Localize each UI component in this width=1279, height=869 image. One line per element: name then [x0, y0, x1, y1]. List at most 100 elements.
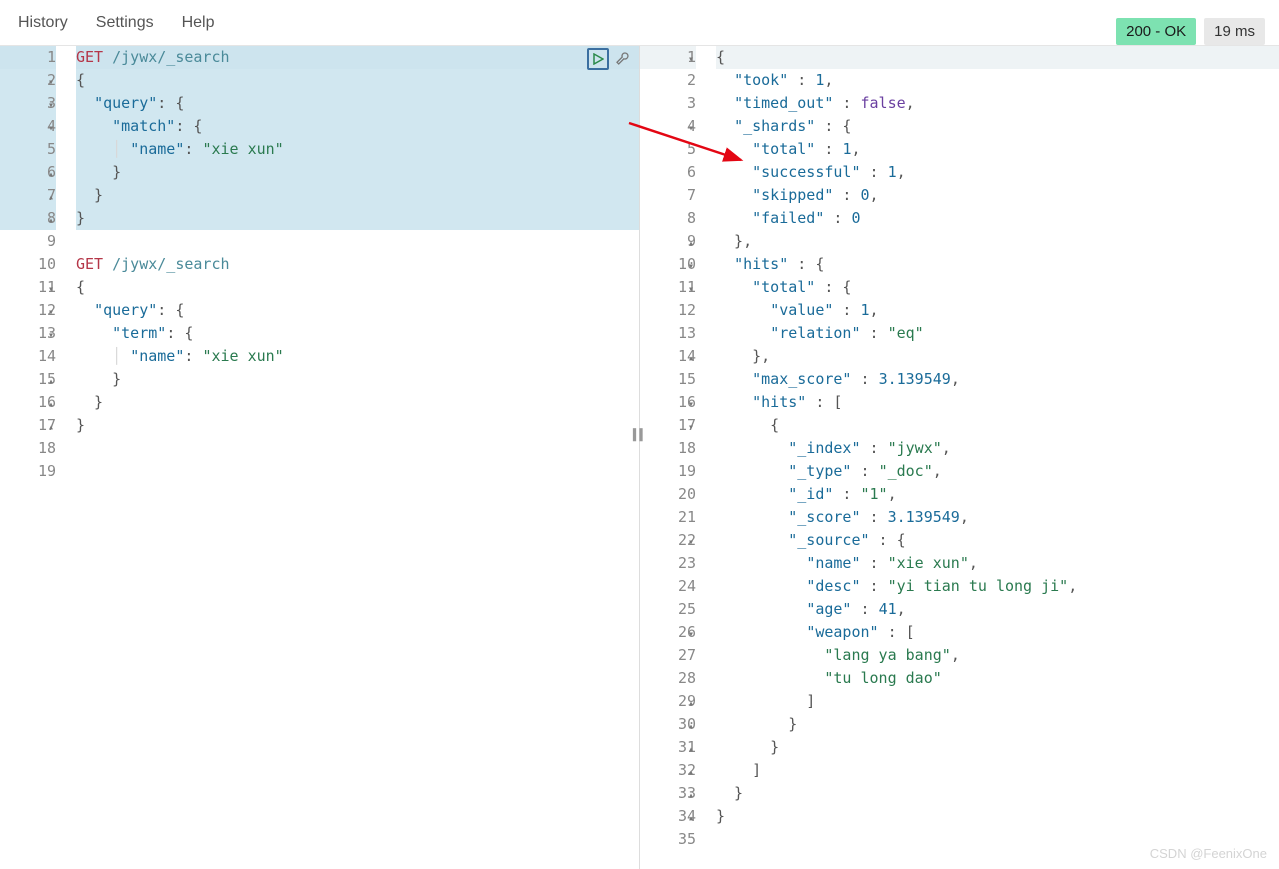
line-number: 8 — [640, 207, 696, 230]
code-line[interactable]: "skipped" : 0, — [716, 184, 1279, 207]
code-line[interactable]: }, — [716, 345, 1279, 368]
fold-toggle[interactable]: ▴ — [686, 715, 696, 738]
code-line[interactable]: "_score" : 3.139549, — [716, 506, 1279, 529]
fold-toggle[interactable]: ▴ — [686, 784, 696, 807]
code-line[interactable]: "_type" : "_doc", — [716, 460, 1279, 483]
line-number: 8▴ — [0, 207, 56, 230]
fold-toggle[interactable]: ▴ — [46, 370, 56, 393]
code-line[interactable]: "_index" : "jywx", — [716, 437, 1279, 460]
fold-toggle[interactable]: ▴ — [46, 209, 56, 232]
code-line[interactable]: "total" : 1, — [716, 138, 1279, 161]
fold-toggle[interactable]: ▾ — [686, 393, 696, 416]
code-line[interactable]: "lang ya bang", — [716, 644, 1279, 667]
fold-toggle[interactable]: ▾ — [686, 48, 696, 71]
code-line[interactable]: "weapon" : [ — [716, 621, 1279, 644]
code-line[interactable]: } — [76, 368, 639, 391]
code-line[interactable]: } — [76, 207, 639, 230]
code-line[interactable]: "took" : 1, — [716, 69, 1279, 92]
fold-toggle[interactable]: ▴ — [46, 416, 56, 439]
code-line[interactable]: } — [76, 184, 639, 207]
fold-toggle[interactable]: ▴ — [46, 186, 56, 209]
fold-toggle[interactable]: ▾ — [46, 278, 56, 301]
fold-toggle[interactable]: ▾ — [46, 301, 56, 324]
status-badge: 200 - OK — [1116, 18, 1196, 45]
line-number: 1 — [0, 46, 56, 69]
code-line[interactable]: "relation" : "eq" — [716, 322, 1279, 345]
code-line[interactable]: "_source" : { — [716, 529, 1279, 552]
code-line[interactable]: "query": { — [76, 299, 639, 322]
code-line[interactable] — [76, 437, 639, 460]
pane-divider[interactable]: ▍▍ — [633, 428, 646, 441]
code-line[interactable]: } — [76, 161, 639, 184]
code-line[interactable]: "max_score" : 3.139549, — [716, 368, 1279, 391]
code-line[interactable]: GET /jywx/_search — [76, 253, 639, 276]
code-line[interactable]: ] — [716, 759, 1279, 782]
code-line[interactable]: }, — [716, 230, 1279, 253]
code-line[interactable]: "desc" : "yi tian tu long ji", — [716, 575, 1279, 598]
fold-toggle[interactable]: ▴ — [46, 393, 56, 416]
menu-settings[interactable]: Settings — [96, 14, 154, 32]
fold-toggle[interactable]: ▴ — [686, 807, 696, 830]
code-line[interactable]: } — [716, 782, 1279, 805]
code-line[interactable]: "name" : "xie xun", — [716, 552, 1279, 575]
code-line[interactable]: } — [716, 736, 1279, 759]
fold-toggle[interactable]: ▾ — [46, 94, 56, 117]
code-line[interactable]: "_shards" : { — [716, 115, 1279, 138]
code-line[interactable]: │ "name": "xie xun" — [76, 138, 639, 161]
line-number: 18 — [0, 437, 56, 460]
code-line[interactable]: "value" : 1, — [716, 299, 1279, 322]
code-line[interactable]: { — [716, 414, 1279, 437]
fold-toggle[interactable]: ▴ — [686, 232, 696, 255]
code-line[interactable] — [76, 460, 639, 483]
fold-toggle[interactable]: ▾ — [686, 531, 696, 554]
code-line[interactable]: } — [716, 713, 1279, 736]
line-number: 1▾ — [640, 46, 696, 69]
code-line[interactable]: } — [76, 391, 639, 414]
line-number: 3▾ — [0, 92, 56, 115]
response-viewer[interactable]: 1▾234▾56789▴10▾11▾121314▴1516▾17▾1819202… — [640, 46, 1279, 869]
code-line[interactable]: ] — [716, 690, 1279, 713]
menu-history[interactable]: History — [18, 14, 68, 32]
code-line[interactable]: │ "name": "xie xun" — [76, 345, 639, 368]
code-line[interactable]: "age" : 41, — [716, 598, 1279, 621]
line-number: 17▴ — [0, 414, 56, 437]
code-line[interactable]: "query": { — [76, 92, 639, 115]
code-line[interactable]: "timed_out" : false, — [716, 92, 1279, 115]
code-line[interactable]: "failed" : 0 — [716, 207, 1279, 230]
code-line[interactable]: "hits" : [ — [716, 391, 1279, 414]
code-line[interactable]: "tu long dao" — [716, 667, 1279, 690]
fold-toggle[interactable]: ▴ — [46, 163, 56, 186]
fold-toggle[interactable]: ▾ — [686, 416, 696, 439]
fold-toggle[interactable]: ▴ — [686, 738, 696, 761]
code-line[interactable]: } — [76, 414, 639, 437]
code-line[interactable]: "total" : { — [716, 276, 1279, 299]
code-line[interactable]: "term": { — [76, 322, 639, 345]
code-line[interactable]: } — [716, 805, 1279, 828]
code-line[interactable]: GET /jywx/_search — [76, 46, 639, 69]
wrench-button[interactable] — [611, 48, 633, 70]
fold-toggle[interactable]: ▾ — [46, 324, 56, 347]
code-line[interactable] — [76, 230, 639, 253]
fold-toggle[interactable]: ▾ — [686, 623, 696, 646]
code-line[interactable]: { — [76, 69, 639, 92]
code-line[interactable]: "match": { — [76, 115, 639, 138]
code-line[interactable]: "_id" : "1", — [716, 483, 1279, 506]
fold-toggle[interactable]: ▴ — [686, 692, 696, 715]
line-number: 23 — [640, 552, 696, 575]
fold-toggle[interactable]: ▾ — [686, 255, 696, 278]
fold-toggle[interactable]: ▴ — [686, 761, 696, 784]
fold-toggle[interactable]: ▾ — [686, 117, 696, 140]
line-number: 19 — [640, 460, 696, 483]
fold-toggle[interactable]: ▾ — [686, 278, 696, 301]
request-editor[interactable]: 12▾3▾4▾56▴7▴8▴91011▾12▾13▾1415▴16▴17▴181… — [0, 46, 640, 869]
code-line[interactable]: "successful" : 1, — [716, 161, 1279, 184]
wrench-icon — [614, 51, 630, 67]
code-line[interactable]: "hits" : { — [716, 253, 1279, 276]
fold-toggle[interactable]: ▾ — [46, 117, 56, 140]
run-query-button[interactable] — [587, 48, 609, 70]
code-line[interactable]: { — [76, 276, 639, 299]
fold-toggle[interactable]: ▾ — [46, 71, 56, 94]
code-line[interactable]: { — [716, 46, 1279, 69]
menu-help[interactable]: Help — [182, 14, 215, 32]
fold-toggle[interactable]: ▴ — [686, 347, 696, 370]
